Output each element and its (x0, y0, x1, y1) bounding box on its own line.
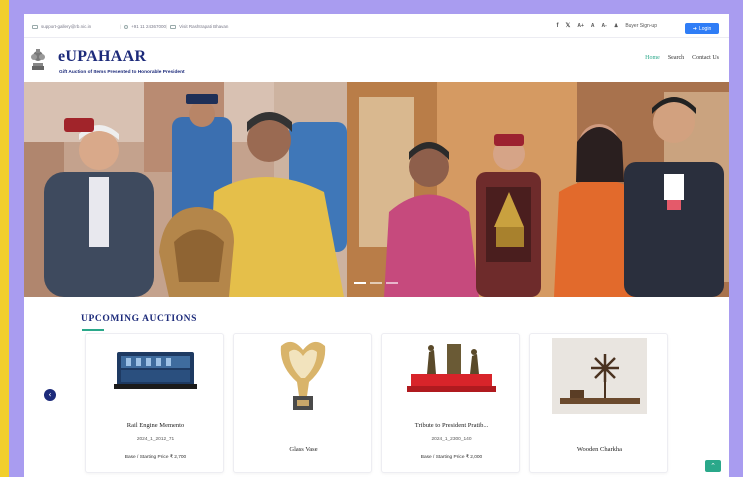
national-emblem-icon (31, 49, 45, 70)
auction-card[interactable]: Tribute to President Pratib... 2024_1_23… (381, 333, 520, 473)
login-icon: ➜ (692, 25, 697, 32)
visit-text: Visit Rashtrapati Bhavan (179, 24, 229, 29)
font-decrease-button[interactable]: A- (602, 23, 607, 29)
wooden-charkha-image (552, 338, 647, 414)
globe-icon (170, 24, 177, 29)
section-title-underline (82, 329, 104, 331)
top-bar: support-gallery@rb.nic.in | +91 11 24367… (24, 14, 729, 38)
site-header: eUPAHAAR Gift Auction of Items Presented… (24, 39, 729, 82)
main-nav: Home Search Contact Us (645, 55, 719, 61)
auction-name[interactable]: Rail Engine Memento (90, 422, 221, 429)
auction-price: Base / Starting Price ₹ 2,700 (124, 455, 187, 460)
auction-name[interactable]: Tribute to President Pratib... (386, 422, 517, 429)
carousel-prev-button[interactable]: ‹ (44, 389, 56, 401)
glass-vase-image (280, 341, 326, 410)
twitter-icon[interactable]: 𝕏 (566, 22, 571, 29)
phone-icon (124, 24, 129, 29)
brand-title[interactable]: eUPAHAAR (58, 48, 146, 66)
auction-price: Base / Starting Price ₹ 2,000 (420, 455, 483, 460)
rail-engine-image (114, 352, 197, 389)
phone-contact[interactable]: | +91 11 24367000 (116, 24, 166, 29)
font-reset-button[interactable]: A (591, 23, 595, 29)
auction-card[interactable]: Wooden Charkha (529, 333, 668, 473)
brand-tagline: Gift Auction of Items Presented to Honor… (59, 70, 185, 75)
chevron-left-icon: ‹ (48, 390, 52, 399)
auction-code: 2024_1_2012_71 (136, 437, 175, 442)
email-contact[interactable]: support-gallery@rb.nic.in (32, 24, 91, 29)
envelope-icon (32, 24, 38, 29)
facebook-icon[interactable]: f (557, 23, 559, 29)
email-text: support-gallery@rb.nic.in (41, 24, 92, 29)
login-button[interactable]: ➜ Login (685, 23, 719, 34)
buyer-signup-link[interactable]: Buyer Sign-up (625, 23, 657, 29)
user-icon: ♟ (613, 22, 619, 29)
auction-card[interactable]: Glass Vase (233, 333, 372, 473)
frame-left-border (0, 0, 9, 477)
hero-image (24, 82, 729, 297)
auction-name[interactable]: Wooden Charkha (534, 446, 665, 453)
font-increase-button[interactable]: A+ (577, 23, 584, 29)
phone-text: +91 11 24367000 (131, 24, 166, 29)
section-title: UPCOMING AUCTIONS (81, 314, 198, 324)
arrow-up-icon: ⌃ (710, 462, 716, 470)
auction-code: 2024_1_2300_140 (431, 437, 472, 442)
scroll-top-button[interactable]: ⌃ (705, 460, 721, 472)
hero-banner[interactable] (24, 82, 729, 297)
auction-card[interactable]: Rail Engine Memento 2024_1_2012_71 Base … (85, 333, 224, 473)
nav-contact[interactable]: Contact Us (692, 55, 719, 61)
visit-link[interactable]: | Visit Rashtrapati Bhavan (162, 24, 228, 29)
nav-home[interactable]: Home (645, 55, 660, 61)
nav-search[interactable]: Search (668, 55, 684, 61)
tribute-memento-image (407, 344, 496, 392)
social-and-tools: f 𝕏 A+ A A- ♟ Buyer Sign-up (557, 22, 657, 30)
login-button-label: Login (698, 25, 712, 32)
auction-name[interactable]: Glass Vase (238, 446, 369, 453)
